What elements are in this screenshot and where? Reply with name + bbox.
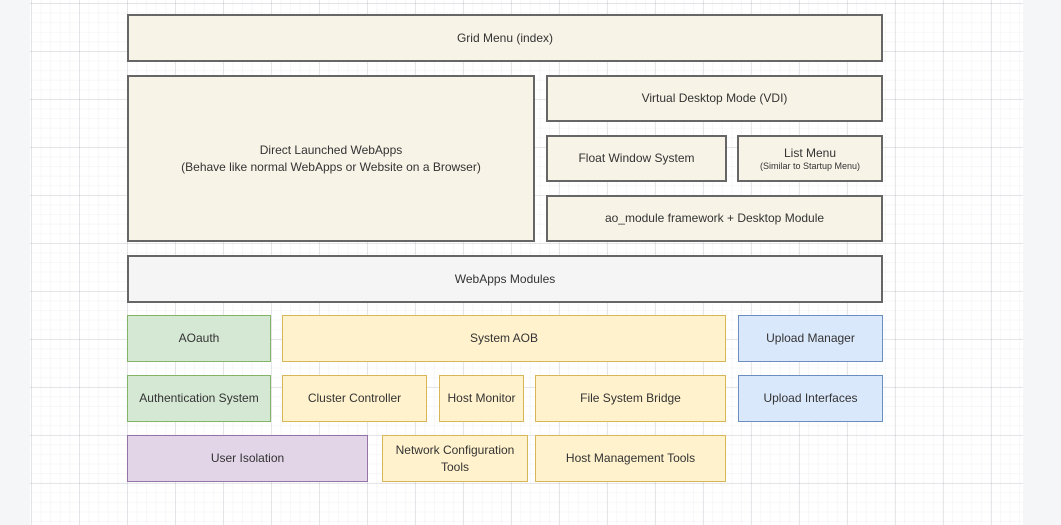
node-upload-manager[interactable]: Upload Manager: [738, 315, 883, 362]
node-authentication-system-label: Authentication System: [139, 390, 258, 406]
node-file-system-bridge-label: File System Bridge: [580, 390, 681, 406]
node-user-isolation[interactable]: User Isolation: [127, 435, 368, 482]
node-grid-menu-label: Grid Menu (index): [457, 30, 553, 46]
node-host-management-tools[interactable]: Host Management Tools: [535, 435, 726, 482]
node-grid-menu[interactable]: Grid Menu (index): [127, 14, 883, 62]
node-upload-interfaces[interactable]: Upload Interfaces: [738, 375, 883, 422]
node-webapps-modules[interactable]: WebApps Modules: [127, 255, 883, 303]
node-host-monitor[interactable]: Host Monitor: [439, 375, 524, 422]
node-user-isolation-label: User Isolation: [211, 450, 284, 466]
node-cluster-controller[interactable]: Cluster Controller: [282, 375, 427, 422]
node-direct-launched-webapps[interactable]: Direct Launched WebApps (Behave like nor…: [127, 75, 535, 242]
node-upload-manager-label: Upload Manager: [766, 330, 855, 346]
node-host-monitor-label: Host Monitor: [447, 390, 515, 406]
node-cluster-controller-label: Cluster Controller: [308, 390, 401, 406]
node-ao-module-framework[interactable]: ao_module framework + Desktop Module: [546, 195, 883, 242]
node-host-management-tools-label: Host Management Tools: [566, 450, 695, 466]
node-virtual-desktop-mode-label: Virtual Desktop Mode (VDI): [642, 90, 788, 106]
node-file-system-bridge[interactable]: File System Bridge: [535, 375, 726, 422]
node-network-configuration-tools-label: Network Configuration Tools: [389, 442, 521, 474]
node-direct-launched-webapps-line1: Direct Launched WebApps: [260, 142, 403, 158]
node-aoauth[interactable]: AOauth: [127, 315, 271, 362]
node-upload-interfaces-label: Upload Interfaces: [763, 390, 857, 406]
diagram-canvas[interactable]: Grid Menu (index) Direct Launched WebApp…: [30, 0, 1023, 525]
node-list-menu-subtitle: (Similar to Startup Menu): [760, 161, 860, 173]
node-list-menu-title: List Menu: [784, 145, 836, 161]
diagram-page: { "palette": { "canvas_background": "#ff…: [0, 0, 1061, 525]
node-authentication-system[interactable]: Authentication System: [127, 375, 271, 422]
node-network-configuration-tools[interactable]: Network Configuration Tools: [382, 435, 528, 482]
node-virtual-desktop-mode[interactable]: Virtual Desktop Mode (VDI): [546, 75, 883, 122]
node-system-aob-label: System AOB: [470, 330, 538, 346]
node-float-window-system[interactable]: Float Window System: [546, 135, 727, 182]
node-float-window-system-label: Float Window System: [578, 150, 694, 166]
node-ao-module-framework-label: ao_module framework + Desktop Module: [605, 210, 824, 226]
node-webapps-modules-label: WebApps Modules: [455, 271, 556, 287]
node-system-aob[interactable]: System AOB: [282, 315, 726, 362]
node-list-menu[interactable]: List Menu (Similar to Startup Menu): [737, 135, 883, 182]
node-direct-launched-webapps-line2: (Behave like normal WebApps or Website o…: [181, 159, 481, 175]
node-aoauth-label: AOauth: [179, 330, 220, 346]
